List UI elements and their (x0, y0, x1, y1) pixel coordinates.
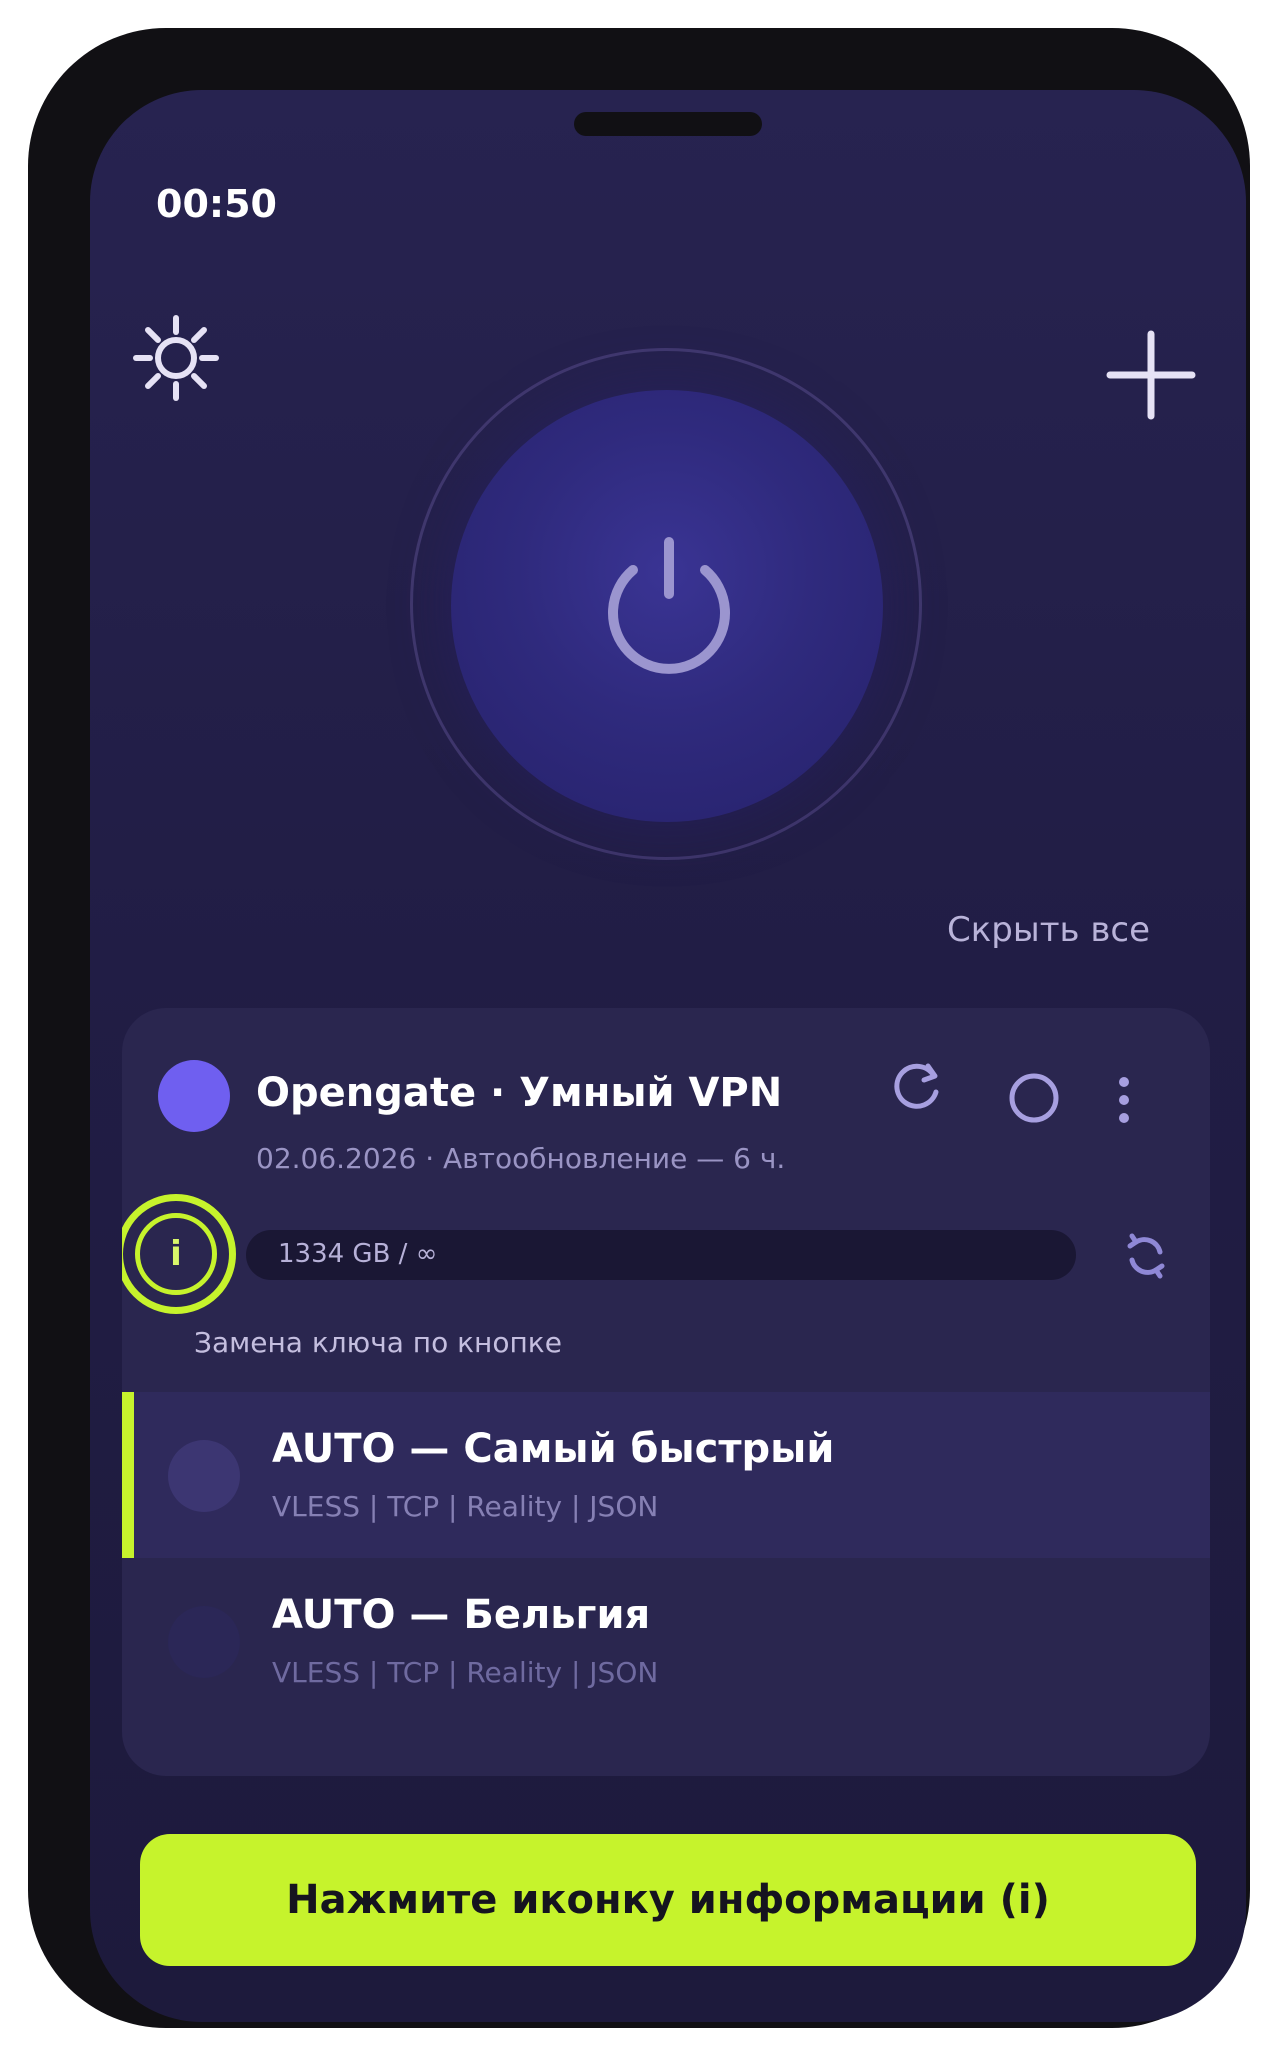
phone-frame: 00:50 Скрыть все Opengate · Умный VPN 02… (28, 28, 1250, 2028)
settings-button[interactable] (130, 312, 222, 404)
hide-all-link[interactable]: Скрыть все (947, 910, 1150, 950)
subscription-name: Opengate · Умный VPN (256, 1070, 783, 1116)
info-highlight-ring: i (122, 1194, 236, 1314)
circle-icon (1009, 1073, 1059, 1123)
server-row-auto-belgium[interactable]: AUTO — Бельгия VLESS | TCP | Reality | J… (122, 1558, 1210, 1724)
server-title: AUTO — Бельгия (272, 1592, 651, 1638)
power-icon (608, 537, 730, 674)
refresh-icon (894, 1063, 939, 1109)
gear-icon (133, 315, 219, 401)
replace-key-button[interactable] (1118, 1228, 1174, 1284)
info-hint-button[interactable]: Нажмите иконку информации (i) (140, 1834, 1196, 1966)
refresh-subscription-button[interactable] (888, 1060, 944, 1116)
selected-indicator (122, 1392, 134, 1558)
ping-test-button[interactable] (1006, 1070, 1062, 1126)
plus-icon (1106, 330, 1196, 420)
add-subscription-button[interactable] (1102, 326, 1200, 424)
server-status-dot (168, 1440, 240, 1512)
server-row-auto-fastest[interactable]: AUTO — Самый быстрый VLESS | TCP | Reali… (122, 1392, 1210, 1558)
camera-notch (574, 112, 762, 136)
server-protocols: VLESS | TCP | Reality | JSON (272, 1490, 659, 1523)
power-button[interactable] (451, 390, 883, 822)
subscription-card: Opengate · Умный VPN 02.06.2026 · Автооб… (122, 1008, 1210, 1776)
server-title: AUTO — Самый быстрый (272, 1426, 835, 1472)
traffic-bar: 1334 GB / ∞ (246, 1230, 1076, 1280)
swap-icon (1127, 1233, 1165, 1279)
server-status-dot (168, 1606, 240, 1678)
app-screen: 00:50 Скрыть все Opengate · Умный VPN 02… (90, 90, 1246, 2022)
info-icon: i (170, 1234, 182, 1274)
more-vertical-icon (1119, 1077, 1129, 1123)
subscription-meta: 02.06.2026 · Автообновление — 6 ч. (256, 1142, 786, 1175)
info-button[interactable]: i (135, 1213, 217, 1295)
subscription-status-dot (158, 1060, 230, 1132)
more-options-button[interactable] (1114, 1074, 1134, 1126)
key-replace-note: Замена ключа по кнопке (194, 1326, 562, 1359)
status-time: 00:50 (156, 182, 277, 226)
traffic-usage: 1334 GB / ∞ (278, 1239, 438, 1269)
server-protocols: VLESS | TCP | Reality | JSON (272, 1656, 659, 1689)
